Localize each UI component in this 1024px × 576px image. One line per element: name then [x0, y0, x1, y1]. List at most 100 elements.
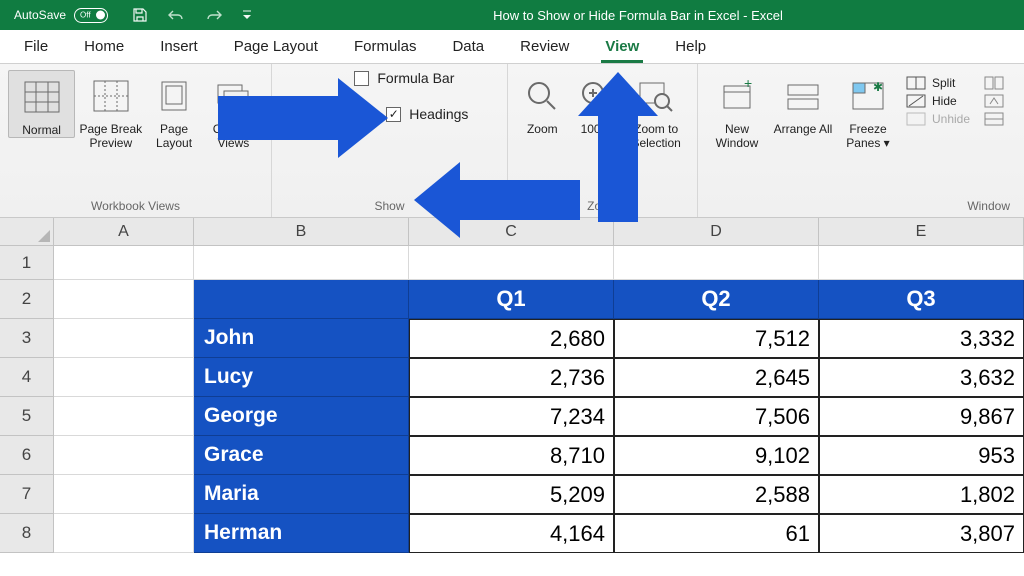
tab-data[interactable]: Data — [434, 32, 502, 63]
row-header[interactable]: 5 — [0, 397, 54, 436]
label: Arrange All — [774, 122, 833, 136]
qat-dropdown-icon[interactable] — [242, 9, 252, 21]
tab-home[interactable]: Home — [66, 32, 142, 63]
save-icon[interactable] — [132, 7, 148, 23]
cell[interactable] — [54, 319, 194, 358]
checkbox-icon — [282, 107, 297, 122]
autosave-switch[interactable]: Off — [74, 8, 108, 23]
label: Normal — [22, 123, 61, 137]
spreadsheet[interactable]: A B C D E 1 2 3 4 5 6 7 8 — [0, 218, 1024, 576]
ribbon-tabs: File Home Insert Page Layout Formulas Da… — [0, 30, 1024, 64]
cell[interactable] — [614, 246, 819, 280]
table-header[interactable]: Q1 — [409, 280, 614, 319]
normal-view-button[interactable]: Normal — [8, 70, 75, 138]
new-window-button[interactable]: + New Window — [706, 70, 768, 151]
select-all-corner[interactable] — [0, 218, 54, 246]
label: Zoom — [527, 122, 558, 136]
cell[interactable] — [54, 397, 194, 436]
row-header[interactable]: 6 — [0, 436, 54, 475]
view-side-by-side-icon[interactable] — [984, 76, 1004, 90]
table-corner[interactable] — [194, 280, 409, 319]
col-header[interactable]: E — [819, 218, 1024, 246]
headings-checkbox[interactable]: Headings — [386, 106, 468, 122]
arrange-all-button[interactable]: Arrange All — [772, 70, 834, 136]
row-label[interactable]: Grace — [194, 436, 409, 475]
data-cell[interactable]: 8,710 — [409, 436, 614, 475]
formula-bar-checkbox[interactable]: Formula Bar — [354, 70, 454, 86]
data-cell[interactable]: 3,632 — [819, 358, 1024, 397]
custom-views-button[interactable]: Custom Views — [204, 70, 263, 151]
label: Custom Views — [204, 122, 263, 151]
cell[interactable] — [54, 436, 194, 475]
redo-icon[interactable] — [204, 8, 224, 22]
window-title: How to Show or Hide Formula Bar in Excel… — [252, 8, 1024, 23]
cell[interactable] — [54, 280, 194, 319]
magnifier-icon — [522, 76, 562, 116]
col-header[interactable]: B — [194, 218, 409, 246]
data-cell[interactable]: 3,332 — [819, 319, 1024, 358]
page-layout-button[interactable]: Page Layout — [146, 70, 201, 151]
column-headers: A B C D E — [54, 218, 1024, 246]
col-header[interactable]: D — [614, 218, 819, 246]
tab-view[interactable]: View — [587, 32, 657, 63]
undo-icon[interactable] — [166, 8, 186, 22]
tab-file[interactable]: File — [6, 32, 66, 63]
row-header[interactable]: 7 — [0, 475, 54, 514]
table-header[interactable]: Q3 — [819, 280, 1024, 319]
data-cell[interactable]: 2,680 — [409, 319, 614, 358]
cell[interactable] — [819, 246, 1024, 280]
data-cell[interactable]: 1,802 — [819, 475, 1024, 514]
tab-review[interactable]: Review — [502, 32, 587, 63]
cell-grid[interactable]: Q1 Q2 Q3 John 2,680 7,512 3,332 Lucy 2,7… — [54, 246, 1024, 576]
data-cell[interactable]: 61 — [614, 514, 819, 553]
page-break-preview-button[interactable]: Page Break Preview — [77, 70, 144, 151]
cell[interactable] — [54, 514, 194, 553]
col-header[interactable]: A — [54, 218, 194, 246]
data-cell[interactable]: 4,164 — [409, 514, 614, 553]
row-header[interactable]: 1 — [0, 246, 54, 280]
gridlines-checkbox[interactable]: Gridlines — [282, 106, 360, 122]
data-cell[interactable]: 5,209 — [409, 475, 614, 514]
page-layout-icon — [154, 76, 194, 116]
zoom-100-button[interactable]: 100% — [571, 70, 622, 136]
split-button[interactable]: Split — [906, 76, 970, 90]
data-cell[interactable]: 2,736 — [409, 358, 614, 397]
cell[interactable] — [54, 246, 194, 280]
data-cell[interactable]: 7,506 — [614, 397, 819, 436]
data-cell[interactable]: 9,102 — [614, 436, 819, 475]
row-label[interactable]: George — [194, 397, 409, 436]
tab-page-layout[interactable]: Page Layout — [216, 32, 336, 63]
zoom-to-selection-button[interactable]: Zoom to Selection — [623, 70, 689, 151]
hide-button[interactable]: Hide — [906, 94, 970, 108]
cell[interactable] — [54, 475, 194, 514]
reset-window-icon[interactable] — [984, 112, 1004, 126]
freeze-panes-button[interactable]: ✱ Freeze Panes ▾ — [838, 70, 898, 151]
data-cell[interactable]: 2,645 — [614, 358, 819, 397]
tab-help[interactable]: Help — [657, 32, 724, 63]
row-header[interactable]: 2 — [0, 280, 54, 319]
tab-insert[interactable]: Insert — [142, 32, 216, 63]
col-header[interactable]: C — [409, 218, 614, 246]
row-label[interactable]: Maria — [194, 475, 409, 514]
data-cell[interactable]: 3,807 — [819, 514, 1024, 553]
svg-text:✱: ✱ — [873, 81, 883, 94]
row-label[interactable]: Lucy — [194, 358, 409, 397]
row-header[interactable]: 8 — [0, 514, 54, 553]
cell[interactable] — [194, 246, 409, 280]
data-cell[interactable]: 2,588 — [614, 475, 819, 514]
data-cell[interactable]: 7,234 — [409, 397, 614, 436]
tab-formulas[interactable]: Formulas — [336, 32, 435, 63]
row-header[interactable]: 4 — [0, 358, 54, 397]
cell[interactable] — [54, 358, 194, 397]
row-label[interactable]: John — [194, 319, 409, 358]
zoom-button[interactable]: Zoom — [516, 70, 569, 136]
cell[interactable] — [409, 246, 614, 280]
data-cell[interactable]: 953 — [819, 436, 1024, 475]
row-label[interactable]: Herman — [194, 514, 409, 553]
row-header[interactable]: 3 — [0, 319, 54, 358]
data-cell[interactable]: 7,512 — [614, 319, 819, 358]
sync-scroll-icon[interactable] — [984, 94, 1004, 108]
data-cell[interactable]: 9,867 — [819, 397, 1024, 436]
table-header[interactable]: Q2 — [614, 280, 819, 319]
autosave-toggle[interactable]: AutoSave Off — [0, 8, 122, 23]
